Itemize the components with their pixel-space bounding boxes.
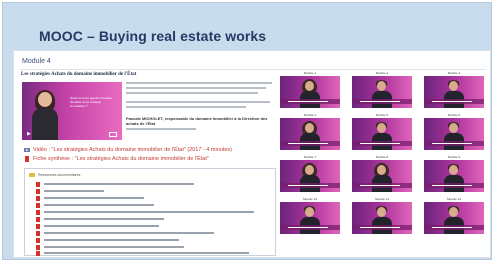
module-card-4[interactable]: Module 4 — [280, 113, 340, 150]
pdf-icon — [36, 209, 40, 215]
pdf-icon — [36, 237, 40, 243]
description-block: Pascale MICHOLET, responsable du domaine… — [126, 82, 272, 133]
module-thumbnail — [280, 202, 340, 234]
video-link-label: Vidéo : "Les stratégies Achats du domain… — [33, 147, 232, 153]
section-heading: Les stratégies Achats du domaine immobil… — [21, 72, 137, 77]
resource-item[interactable] — [36, 237, 179, 243]
module-card-7[interactable]: Module 7 — [280, 155, 340, 192]
module-card-5[interactable]: Module 5 — [352, 113, 412, 150]
video-icon — [24, 147, 30, 153]
module-thumbnail — [424, 76, 484, 108]
resource-item[interactable] — [36, 230, 214, 236]
module-thumbnail — [352, 76, 412, 108]
course-page: Module 4 Les stratégies Achats du domain… — [13, 50, 491, 258]
fullscreen-icon[interactable] — [109, 132, 117, 137]
pdf-icon — [36, 216, 40, 222]
module-thumbnail — [424, 118, 484, 150]
page-title: MOOC – Buying real estate works — [39, 28, 267, 44]
module-card-2[interactable]: Module 2 — [352, 71, 412, 108]
module-card-1[interactable]: Module 1 — [280, 71, 340, 108]
speaker-image — [32, 90, 58, 140]
folder-icon — [29, 173, 35, 177]
pdf-icon — [36, 230, 40, 236]
video-link[interactable]: Vidéo : "Les stratégies Achats du domain… — [24, 147, 232, 153]
module-card-12[interactable]: Module 12 — [424, 197, 484, 234]
module-label: Module 4 — [22, 58, 51, 65]
module-card-3[interactable]: Module 3 — [424, 71, 484, 108]
pdf-icon — [36, 250, 40, 256]
module-card-11[interactable]: Module 11 — [352, 197, 412, 234]
resources-heading[interactable]: Ressources documentaires — [29, 173, 80, 177]
resource-item[interactable] — [36, 188, 104, 194]
video-player[interactable]: Quels sont les apports d'achats durables… — [22, 82, 122, 140]
resource-item[interactable] — [36, 209, 254, 215]
divider — [20, 69, 486, 70]
module-thumbnail — [280, 160, 340, 192]
pdf-icon — [36, 188, 40, 194]
module-card-8[interactable]: Module 8 — [352, 155, 412, 192]
module-card-9[interactable]: Module 9 — [424, 155, 484, 192]
module-thumbnail — [352, 202, 412, 234]
resource-item[interactable] — [36, 250, 249, 256]
module-card-6[interactable]: Module 6 — [424, 113, 484, 150]
pdf-icon — [36, 195, 40, 201]
slide-frame: MOOC – Buying real estate works Module 4… — [2, 2, 492, 260]
module-thumbnail — [424, 160, 484, 192]
pdf-icon — [36, 223, 40, 229]
resource-item[interactable] — [36, 223, 159, 229]
module-thumbnail — [280, 118, 340, 150]
module-thumbnail — [280, 76, 340, 108]
summary-link-label: Fiche synthèse : "Les stratégies Achats … — [33, 156, 209, 162]
pdf-icon — [24, 156, 30, 162]
pdf-icon — [36, 202, 40, 208]
pdf-icon — [36, 244, 40, 250]
resource-item[interactable] — [36, 181, 194, 187]
module-thumbnail — [424, 202, 484, 234]
resource-item[interactable] — [36, 216, 164, 222]
module-thumbnail — [352, 160, 412, 192]
summary-link[interactable]: Fiche synthèse : "Les stratégies Achats … — [24, 156, 209, 162]
play-icon[interactable]: ▶ — [27, 131, 31, 137]
resources-panel: Ressources documentaires — [24, 168, 276, 256]
author-credit: Pascale MICHOLET, responsable du domaine… — [126, 116, 268, 126]
resource-item[interactable] — [36, 195, 144, 201]
module-thumbnail — [352, 118, 412, 150]
module-card-10[interactable]: Module 10 — [280, 197, 340, 234]
video-overlay-text: Quels sont les apports d'achats durables… — [70, 96, 112, 108]
pdf-icon — [36, 181, 40, 187]
resource-item[interactable] — [36, 202, 154, 208]
